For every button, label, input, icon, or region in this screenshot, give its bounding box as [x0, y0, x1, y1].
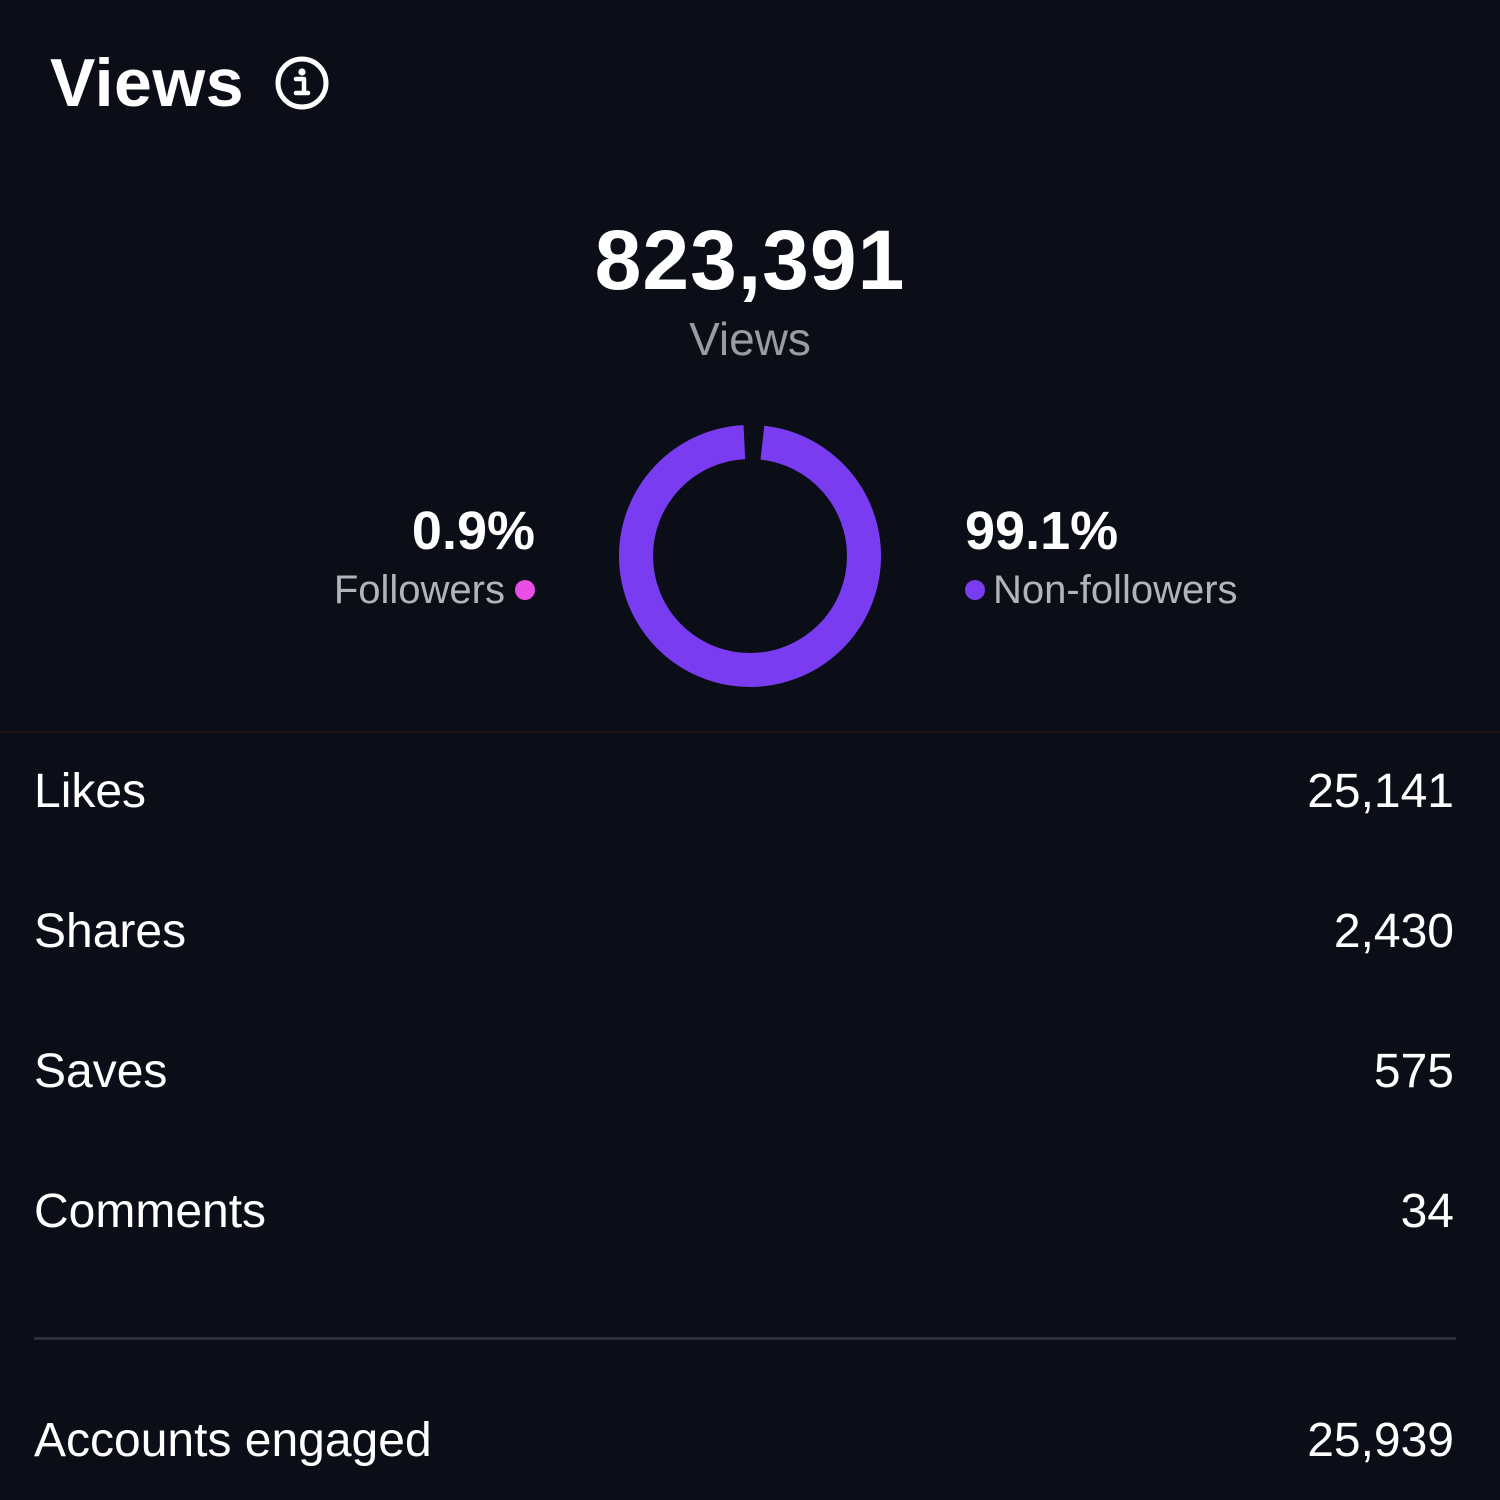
metric-row-comments: Comments 34	[34, 1176, 1454, 1246]
metric-label: Comments	[34, 1184, 267, 1238]
metric-value: 25,141	[1307, 764, 1454, 818]
metric-row-saves: Saves 575	[34, 1036, 1454, 1106]
non-followers-percent: 99.1%	[965, 501, 1119, 561]
non-followers-slice	[619, 425, 881, 687]
non-followers-split: 99.1% Non-followers	[965, 498, 1238, 616]
accounts-engaged-label: Accounts engaged	[34, 1413, 432, 1467]
metric-value: 2,430	[1333, 904, 1454, 958]
non-followers-legend: Non-followers	[965, 564, 1238, 616]
metric-row-accounts-engaged: Accounts engaged 25,939	[34, 1405, 1454, 1475]
info-icon[interactable]	[274, 55, 330, 111]
followers-percent: 0.9%	[411, 501, 535, 561]
non-followers-dot-icon	[965, 580, 985, 600]
metric-label: Likes	[34, 764, 147, 818]
metric-label: Saves	[34, 1044, 168, 1098]
page-title: Views	[50, 45, 245, 121]
total-views-value: 823,391	[594, 213, 906, 307]
section-divider	[34, 1337, 1456, 1340]
metric-value: 34	[1400, 1184, 1454, 1238]
total-views: 823,391 Views	[0, 212, 1500, 366]
followers-label: Followers	[333, 568, 505, 612]
donut-svg	[619, 425, 881, 687]
metric-row-shares: Shares 2,430	[34, 896, 1454, 966]
metric-value: 575	[1373, 1044, 1454, 1098]
section-divider	[0, 731, 1500, 733]
followers-split: 0.9% Followers	[334, 498, 535, 616]
total-views-label: Views	[689, 313, 811, 365]
views-insights-panel: Views 823,391 Views 0.9% Followers 99.1%…	[0, 0, 1500, 1500]
followers-legend: Followers	[334, 564, 535, 616]
metric-label: Shares	[34, 904, 187, 958]
followers-donut-chart	[618, 424, 882, 688]
metric-row-likes: Likes 25,141	[34, 756, 1454, 826]
header: Views	[50, 44, 330, 122]
non-followers-label: Non-followers	[993, 568, 1238, 612]
followers-dot-icon	[515, 580, 535, 600]
accounts-engaged-value: 25,939	[1307, 1413, 1454, 1467]
